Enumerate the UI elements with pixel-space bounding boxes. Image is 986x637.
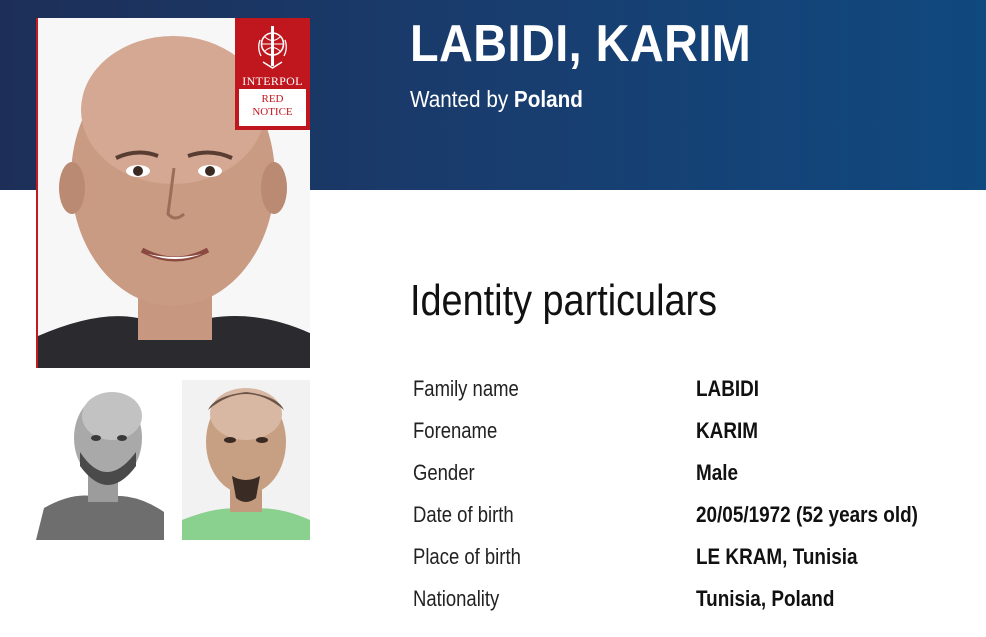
particular-label: Date of birth <box>413 502 514 527</box>
particular-value: Male <box>696 460 739 485</box>
particular-label: Gender <box>413 460 475 485</box>
particular-value: 20/05/1972 (52 years old) <box>696 502 918 527</box>
notice-line-1: RED <box>261 93 284 105</box>
particular-label: Place of birth <box>413 544 521 569</box>
particular-value: Tunisia, Poland <box>696 586 835 611</box>
notice-type-box: RED NOTICE <box>239 89 306 126</box>
red-notice-badge: INTERPOL RED NOTICE <box>235 18 310 130</box>
particular-value: LABIDI <box>696 376 760 401</box>
person-name: LABIDI, KARIM <box>410 15 752 73</box>
particular-value: KARIM <box>696 418 759 443</box>
section-title: Identity particulars <box>410 276 718 325</box>
notice-line-2: NOTICE <box>252 106 293 118</box>
particular-row-date-of-birth: Date of birth 20/05/1972 (52 years old) <box>413 502 973 532</box>
thumbnail-image-1 <box>36 380 164 540</box>
main-photo[interactable]: INTERPOL RED NOTICE <box>36 18 310 368</box>
thumbnail-photo-1[interactable] <box>36 380 164 540</box>
interpol-emblem-icon <box>258 26 287 69</box>
particular-row-place-of-birth: Place of birth LE KRAM, Tunisia <box>413 544 973 574</box>
particular-row-nationality: Nationality Tunisia, Poland <box>413 586 973 616</box>
particular-row-family-name: Family name LABIDI <box>413 376 973 406</box>
particular-row-gender: Gender Male <box>413 460 973 490</box>
interpol-wordmark: INTERPOL <box>242 74 303 88</box>
particular-row-forename: Forename KARIM <box>413 418 973 448</box>
wanted-by: Wanted by Poland <box>410 86 583 113</box>
particular-value: LE KRAM, Tunisia <box>696 544 858 569</box>
wanted-by-country: Poland <box>513 86 583 112</box>
particular-label: Nationality <box>413 586 500 611</box>
thumbnail-photo-2[interactable] <box>182 380 310 540</box>
wanted-by-prefix: Wanted by <box>410 86 509 112</box>
particular-label: Family name <box>413 376 519 401</box>
thumbnail-image-2 <box>182 380 310 540</box>
particular-label: Forename <box>413 418 498 443</box>
